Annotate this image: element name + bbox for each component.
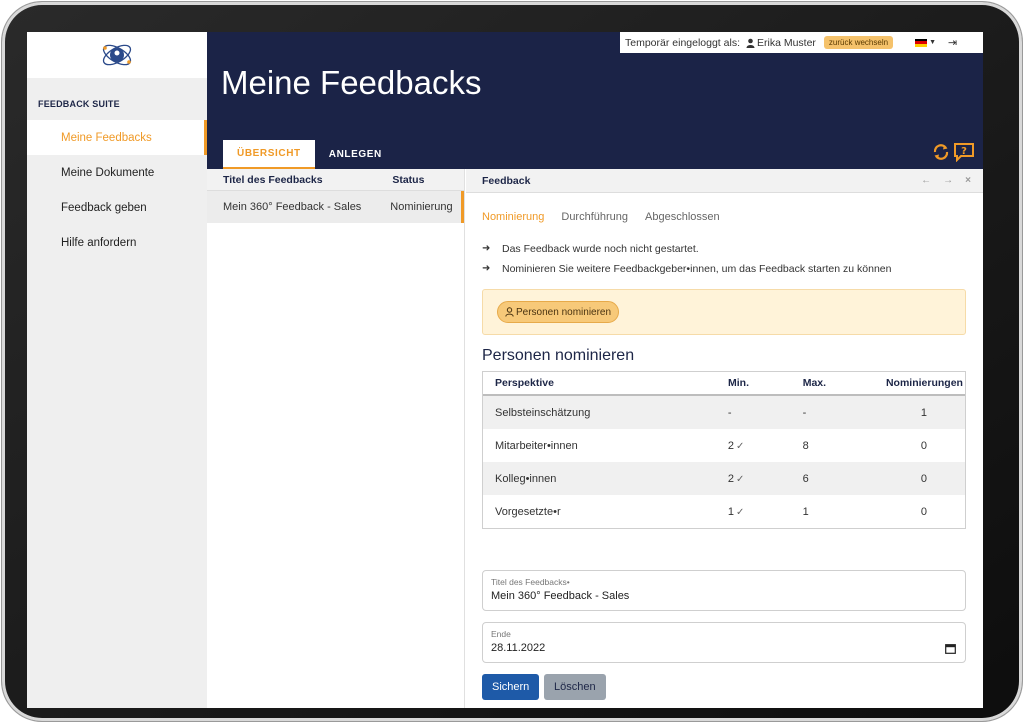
feedback-status: Nominierung: [390, 201, 453, 213]
feedback-title-value[interactable]: Mein 360° Feedback - Sales: [491, 590, 957, 602]
check-icon: ✓: [736, 506, 745, 518]
detail-subtabs: Nominierung Durchführung Abgeschlossen: [482, 211, 720, 225]
feedback-title: Mein 360° Feedback - Sales: [223, 201, 362, 213]
feedback-title-label: Titel des Feedbacks•: [491, 577, 570, 587]
arrow-right-icon: ➜: [482, 243, 491, 254]
check-icon: ✓: [736, 440, 745, 452]
flag-de-icon[interactable]: [915, 38, 928, 47]
detail-header: Feedback ← → ×: [466, 169, 983, 193]
end-date-field[interactable]: Ende 28.11.2022: [482, 622, 966, 663]
perspective-cell: Selbsteinschätzung: [495, 406, 591, 419]
list-item[interactable]: Mein 360° Feedback - Sales Nominierung: [207, 191, 464, 223]
nominations-cell: 0: [920, 505, 927, 518]
info-line: ➜ Das Feedback wurde noch nicht gestarte…: [482, 239, 891, 259]
logout-icon[interactable]: ⇥: [948, 36, 957, 49]
nominate-button-label: Personen nominieren: [516, 306, 612, 318]
min-cell: -: [727, 406, 732, 419]
header-actions: ?: [931, 142, 975, 162]
feedback-title-field[interactable]: Titel des Feedbacks• Mein 360° Feedback …: [482, 570, 966, 611]
end-date-value[interactable]: 28.11.2022: [491, 642, 957, 654]
subtab-durchfuehrung[interactable]: Durchführung: [561, 211, 628, 225]
subtab-nominierung[interactable]: Nominierung: [482, 211, 544, 225]
perspective-cell: Mitarbeiter•innen: [495, 439, 578, 452]
nominations-cell: 0: [920, 439, 927, 452]
close-icon[interactable]: ×: [965, 175, 971, 186]
min-cell: 2 ✓: [727, 439, 745, 452]
list-header: Titel des Feedbacks Status: [207, 169, 464, 191]
tab-anlegen[interactable]: ANLEGEN: [315, 140, 396, 169]
perspective-cell: Kolleg•innen: [495, 472, 557, 485]
table-header: Perspektive Min. Max. Nominierungen: [483, 372, 965, 396]
table-row[interactable]: Selbsteinschätzung - - 1: [483, 396, 965, 429]
logo-area: [27, 32, 207, 78]
column-min: Min.: [728, 377, 749, 389]
feedback-detail: Feedback ← → × Nominierung Durchführung …: [466, 169, 983, 708]
help-icon[interactable]: ?: [953, 142, 975, 162]
logo-icon: [102, 44, 132, 66]
min-cell: 2 ✓: [727, 472, 745, 485]
max-cell: 1: [802, 505, 809, 518]
app-screen: FEEDBACK SUITE Meine Feedbacks Meine Dok…: [27, 32, 983, 708]
detail-controls: ← → ×: [921, 175, 971, 186]
sidebar-item-feedback-geben[interactable]: Feedback geben: [27, 190, 207, 225]
sidebar-item-meine-dokumente[interactable]: Meine Dokumente: [27, 155, 207, 190]
column-perspektive: Perspektive: [495, 377, 554, 389]
nominations-cell: 1: [920, 406, 927, 419]
detail-title: Feedback: [482, 174, 531, 187]
table-row[interactable]: Kolleg•innen 2 ✓ 6 0: [483, 462, 965, 495]
calendar-icon[interactable]: [945, 643, 956, 654]
end-date-label: Ende: [491, 629, 511, 639]
max-cell: 8: [802, 439, 809, 452]
perspective-table: Perspektive Min. Max. Nominierungen Selb…: [482, 371, 966, 529]
info-text: Nominieren Sie weitere Feedbackgeber•inn…: [502, 263, 892, 275]
max-cell: 6: [802, 472, 809, 485]
user-name: Erika Muster: [756, 36, 816, 49]
section-title: Personen nominieren: [482, 347, 635, 364]
sidebar: FEEDBACK SUITE Meine Feedbacks Meine Dok…: [27, 32, 207, 708]
table-row[interactable]: Vorgesetzte•r 1 ✓ 1 0: [483, 495, 965, 528]
column-status[interactable]: Status: [376, 174, 464, 186]
arrow-right-icon: ➜: [482, 263, 491, 274]
check-icon: ✓: [736, 473, 745, 485]
nominations-cell: 0: [920, 472, 927, 485]
main-tabs: ÜBERSICHT ANLEGEN: [223, 140, 396, 169]
info-list: ➜ Das Feedback wurde noch nicht gestarte…: [482, 239, 891, 279]
delete-button[interactable]: Löschen: [544, 674, 606, 700]
nominate-button[interactable]: Personen nominieren: [497, 301, 620, 323]
nominate-alert: Personen nominieren: [482, 289, 966, 335]
sidebar-nav: Meine Feedbacks Meine Dokumente Feedback…: [27, 120, 207, 260]
svg-text:?: ?: [961, 146, 967, 157]
sidebar-item-meine-feedbacks[interactable]: Meine Feedbacks: [27, 120, 207, 155]
tab-uebersicht[interactable]: ÜBERSICHT: [223, 140, 315, 169]
arrow-left-icon[interactable]: ←: [921, 175, 931, 186]
arrow-right-icon[interactable]: →: [943, 175, 953, 186]
info-text: Das Feedback wurde noch nicht gestartet.: [502, 243, 699, 255]
chevron-down-icon[interactable]: ▼: [929, 39, 936, 46]
table-row[interactable]: Mitarbeiter•innen 2 ✓ 8 0: [483, 429, 965, 462]
save-button[interactable]: Sichern: [482, 674, 540, 700]
switch-back-button[interactable]: zurück wechseln: [823, 36, 894, 49]
page-title: Meine Feedbacks: [221, 64, 482, 101]
feedback-list: Titel des Feedbacks Status Mein 360° Fee…: [207, 169, 465, 708]
suite-title: FEEDBACK SUITE: [38, 99, 120, 109]
tablet-frame: FEEDBACK SUITE Meine Feedbacks Meine Dok…: [2, 2, 1022, 721]
column-max: Max.: [802, 377, 827, 389]
temp-login-label: Temporär eingeloggt als:: [625, 36, 740, 49]
user-outline-icon: [505, 307, 514, 317]
perspective-cell: Vorgesetzte•r: [495, 505, 561, 518]
refresh-icon[interactable]: [931, 142, 951, 162]
sidebar-item-hilfe-anfordern[interactable]: Hilfe anfordern: [27, 225, 207, 260]
impersonation-bar: Temporär eingeloggt als: Erika Muster zu…: [620, 32, 983, 53]
info-line: ➜ Nominieren Sie weitere Feedbackgeber•i…: [482, 259, 891, 279]
user-icon: [746, 38, 755, 48]
min-cell: 1 ✓: [727, 505, 745, 518]
column-title[interactable]: Titel des Feedbacks: [207, 174, 376, 186]
max-cell: -: [802, 406, 807, 419]
subtab-abgeschlossen[interactable]: Abgeschlossen: [645, 211, 720, 225]
current-user: Erika Muster: [746, 37, 816, 49]
column-nominierungen: Nominierungen: [885, 377, 963, 389]
header: Temporär eingeloggt als: Erika Muster zu…: [207, 32, 983, 169]
